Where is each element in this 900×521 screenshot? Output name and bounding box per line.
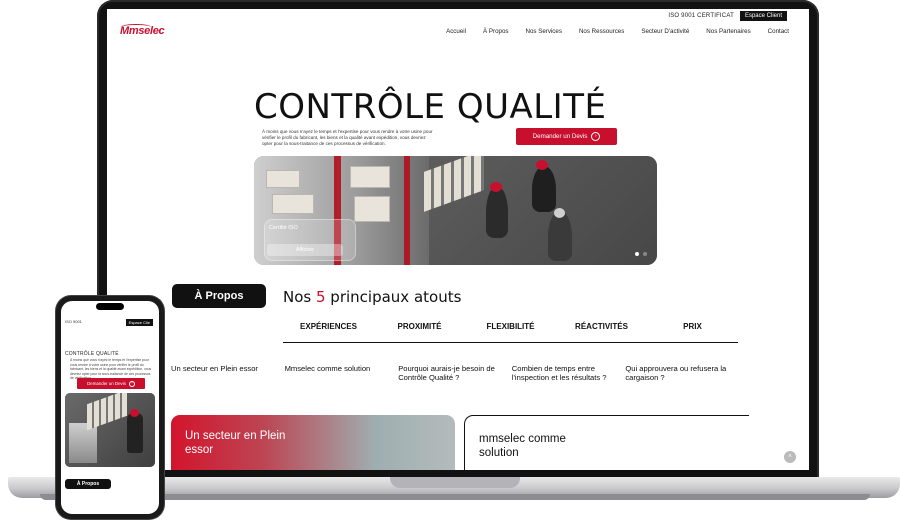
hero-description: À moins que vous n'ayez le temps et l'ex… xyxy=(262,129,433,147)
carousel-dot[interactable] xyxy=(643,252,647,256)
box-graphic xyxy=(266,170,300,188)
phone-screen: ISO 9001 Espace Clie CONTRÔLE QUALITÉ À … xyxy=(61,301,159,514)
worker-cap-graphic xyxy=(536,160,548,170)
atouts-heading-start: Nos xyxy=(283,288,316,306)
tab-reactivites[interactable]: RÉACTIVITÉS xyxy=(556,322,647,342)
feature-item[interactable]: Un secteur en Plein essor xyxy=(171,364,285,382)
iso-certificat-link[interactable]: ISO 9001 CERTIFICAT xyxy=(668,13,734,19)
phone-camera-notch xyxy=(96,303,124,310)
a-propos-pill[interactable]: À Propos xyxy=(172,284,266,308)
iso-badge-label: Certifié ISO xyxy=(269,225,298,231)
devis-button-label: Demander un Devis xyxy=(532,133,588,140)
nav-contact[interactable]: Contact xyxy=(768,28,789,35)
atouts-tabs: EXPÉRIENCES PROXIMITÉ FLEXIBILITÉ RÉACTI… xyxy=(283,322,738,343)
carousel-dots xyxy=(635,252,647,256)
device-mockup: ISO 9001 CERTIFICAT Espace Client Mmsele… xyxy=(0,0,900,521)
box-graphic xyxy=(350,166,390,188)
phone-a-propos-pill[interactable]: À Propos xyxy=(65,479,111,489)
phone-devis-label: Demander un Devis xyxy=(87,381,126,386)
phone-espace-client-button[interactable]: Espace Clie xyxy=(125,319,153,326)
carousel-dot[interactable] xyxy=(635,252,639,256)
feature-item[interactable]: Mmselec comme solution xyxy=(285,364,399,382)
phone-devis-button[interactable]: Demander un Devis › xyxy=(77,378,145,389)
nav-accueil[interactable]: Accueil xyxy=(446,28,466,35)
phone-hero-title: CONTRÔLE QUALITÉ xyxy=(65,351,119,357)
tab-prix[interactable]: PRIX xyxy=(647,322,738,342)
arrow-right-icon: › xyxy=(128,380,135,387)
card-solution[interactable]: mmselec comme solution xyxy=(464,415,749,470)
box-graphic xyxy=(354,196,390,222)
phone-hero-image xyxy=(65,393,155,467)
worker-graphic xyxy=(532,166,556,212)
tab-proximite[interactable]: PROXIMITÉ xyxy=(374,322,465,342)
worker-head-graphic xyxy=(554,208,565,218)
feature-item[interactable]: Combien de temps entre l'inspection et l… xyxy=(512,364,626,382)
espace-client-button[interactable]: Espace Client xyxy=(739,11,787,21)
main-nav: Accueil À Propos Nos Services Nos Ressou… xyxy=(446,28,789,35)
worker-graphic xyxy=(486,186,508,238)
phone-worker-graphic xyxy=(127,413,143,453)
laptop-base-foot xyxy=(40,494,870,500)
tab-flexibilite[interactable]: FLEXIBILITÉ xyxy=(465,322,556,342)
hero-title: CONTRÔLE QUALITÉ xyxy=(254,87,607,127)
box-graphic xyxy=(272,194,314,214)
atouts-heading: Nos 5 principaux atouts xyxy=(283,288,461,306)
worker-graphic xyxy=(548,211,572,261)
atouts-heading-number: 5 xyxy=(315,288,326,306)
atouts-heading-end: principaux atouts xyxy=(325,288,462,306)
phone-iso-link[interactable]: ISO 9001 xyxy=(65,319,82,324)
nav-nos-ressources[interactable]: Nos Ressources xyxy=(579,28,624,35)
scroll-top-button[interactable]: ˄ xyxy=(784,451,796,463)
top-bar: ISO 9001 CERTIFICAT Espace Client xyxy=(668,11,787,21)
nav-a-propos[interactable]: À Propos xyxy=(483,28,508,35)
afficher-button[interactable]: Afficher xyxy=(267,244,343,256)
logo[interactable]: Mmselec xyxy=(120,25,165,37)
card-secteur[interactable]: Un secteur en Plein essor xyxy=(171,415,455,470)
hero-image: Certifié ISO Afficher xyxy=(254,156,657,265)
rack-graphic xyxy=(404,156,410,265)
nav-secteur-activite[interactable]: Secteur D'activité xyxy=(641,28,689,35)
nav-nos-partenaires[interactable]: Nos Partenaires xyxy=(706,28,750,35)
card-solution-label: mmselec comme solution xyxy=(479,433,566,459)
worker-cap-graphic xyxy=(490,182,502,192)
chevron-up-icon: ˄ xyxy=(788,454,792,460)
laptop-screen: ISO 9001 CERTIFICAT Espace Client Mmsele… xyxy=(107,9,809,470)
tab-experiences[interactable]: EXPÉRIENCES xyxy=(283,322,374,342)
nav-nos-services[interactable]: Nos Services xyxy=(525,28,561,35)
laptop-notch xyxy=(390,477,520,488)
card-secteur-label: Un secteur en Plein essor xyxy=(185,430,286,456)
arrow-right-icon: › xyxy=(591,132,601,141)
feature-item[interactable]: Qui approuvera ou refusera la cargaison … xyxy=(625,364,739,382)
demander-devis-button[interactable]: Demander un Devis › xyxy=(516,128,617,145)
phone-shelf-graphic xyxy=(69,423,97,463)
phone-worker-cap-graphic xyxy=(130,409,139,417)
feature-item[interactable]: Pourquoi aurais-je besoin de Contrôle Qu… xyxy=(398,364,512,382)
feature-list: Un secteur en Plein essor Mmselec comme … xyxy=(171,364,739,382)
